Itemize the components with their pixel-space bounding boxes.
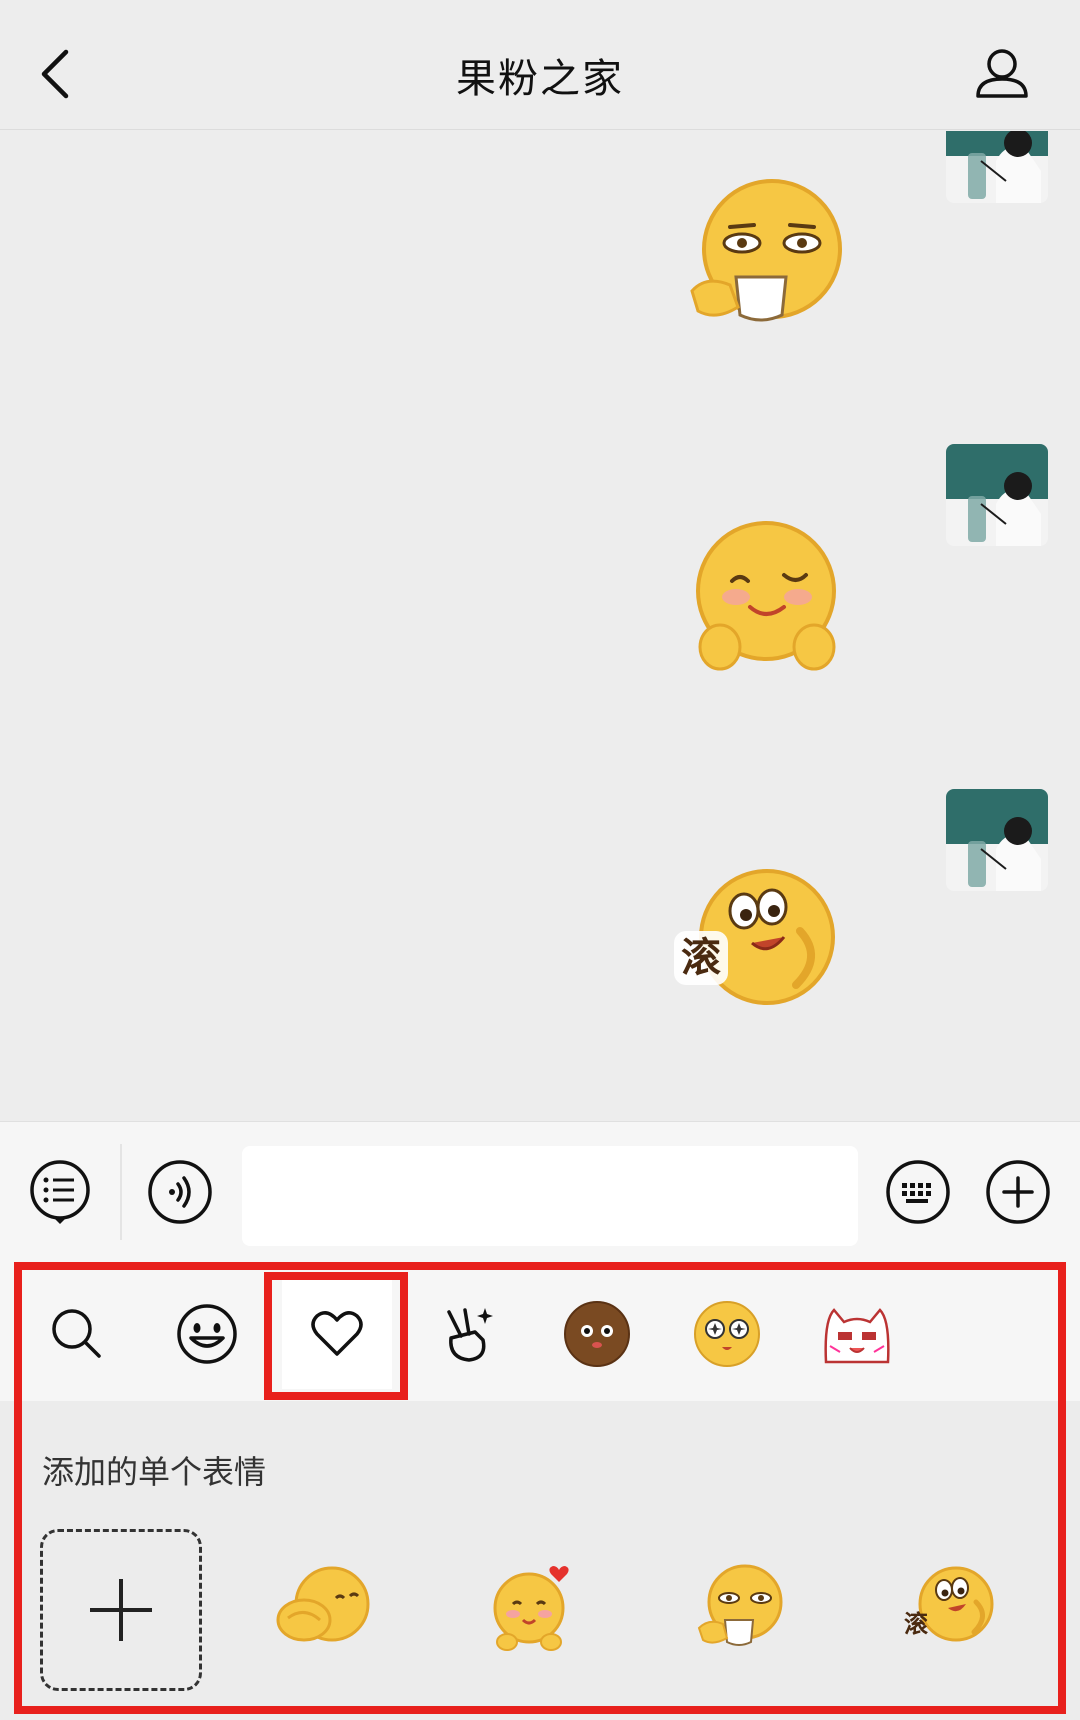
- voice-button[interactable]: [146, 1158, 214, 1226]
- sticker-item[interactable]: [244, 1527, 404, 1687]
- message-text-input[interactable]: [242, 1146, 858, 1246]
- sticker-caption: 滚: [904, 1610, 929, 1638]
- emoji-panel: 添加的单个表情 滚: [0, 1261, 1080, 1720]
- sticker-hug: [276, 1566, 370, 1642]
- brown-emoji-icon: [564, 1301, 630, 1367]
- sticker-roll-away: 滚: [904, 1566, 994, 1642]
- keyboard-button[interactable]: [884, 1158, 952, 1226]
- page-title: 果粉之家: [456, 56, 624, 102]
- star-eyes-emoji-icon: [694, 1301, 760, 1367]
- victory-hand-icon: [447, 1308, 493, 1362]
- user-avatar[interactable]: [946, 789, 1048, 891]
- voice-icon: [148, 1160, 212, 1224]
- sticker-caption: 滚: [681, 935, 721, 981]
- tab-pack-cat[interactable]: [802, 1279, 912, 1389]
- emoji-tab-bar: [0, 1261, 1080, 1401]
- tab-emoji[interactable]: [152, 1279, 262, 1389]
- list-bubble-icon: [30, 1160, 90, 1224]
- sticker-item[interactable]: [452, 1527, 612, 1687]
- tab-favorites[interactable]: [282, 1279, 392, 1389]
- keyboard-icon: [886, 1160, 950, 1224]
- profile-button[interactable]: [972, 44, 1032, 104]
- add-sticker-button[interactable]: [40, 1529, 202, 1691]
- tab-search[interactable]: [22, 1279, 132, 1389]
- tab-pack-brown[interactable]: [542, 1279, 652, 1389]
- search-icon: [52, 1309, 101, 1358]
- sticker-item[interactable]: 滚: [868, 1527, 1028, 1687]
- smiley-face-icon: [177, 1304, 237, 1364]
- sticker-roll-away[interactable]: 滚: [672, 861, 835, 1021]
- message-input-bar: [0, 1121, 1080, 1261]
- sticker-item[interactable]: [660, 1527, 820, 1687]
- sticker-tea-face: [697, 1564, 783, 1646]
- user-avatar[interactable]: [946, 444, 1048, 546]
- cat-emoji-icon: [824, 1308, 890, 1364]
- list-bubble-button[interactable]: [26, 1158, 94, 1226]
- plus-icon: [90, 1579, 152, 1641]
- more-button[interactable]: [984, 1158, 1052, 1226]
- sticker-wink-heart-hands[interactable]: [686, 519, 846, 679]
- nav-header: 果粉之家: [0, 0, 1080, 130]
- person-icon: [976, 49, 1028, 98]
- section-title: 添加的单个表情: [42, 1453, 267, 1491]
- sticker-tea-face[interactable]: [686, 179, 846, 339]
- heart-icon: [311, 1311, 363, 1356]
- tab-victory[interactable]: [412, 1279, 522, 1389]
- plus-circle-icon: [986, 1160, 1050, 1224]
- user-avatar[interactable]: [946, 131, 1048, 203]
- tab-pack-star-eyes[interactable]: [672, 1279, 782, 1389]
- divider: [120, 1144, 122, 1240]
- chat-area[interactable]: 滚: [0, 131, 1080, 1121]
- sticker-heart-blush: [493, 1566, 569, 1651]
